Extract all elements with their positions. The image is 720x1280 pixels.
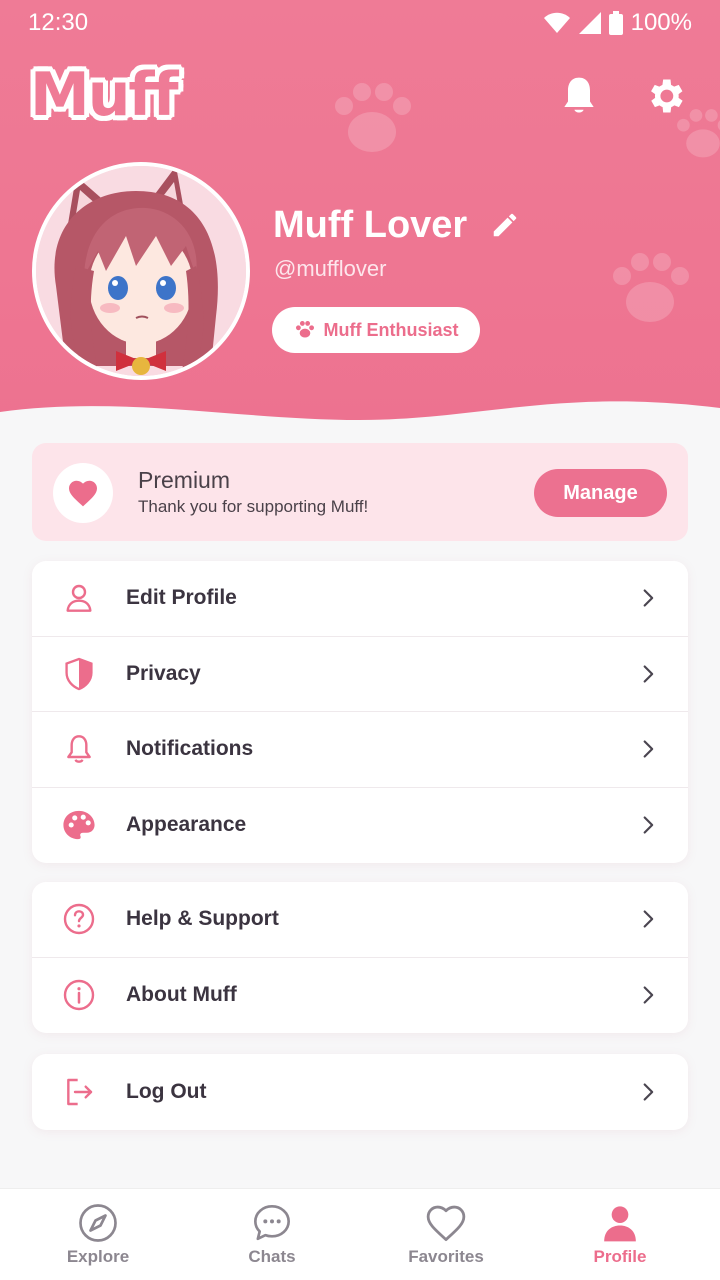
menu-item-label: Help & Support — [126, 907, 279, 931]
nav-label: Chats — [248, 1247, 296, 1266]
nav-tab-explore[interactable]: Explore — [28, 1189, 168, 1280]
premium-subtitle: Thank you for supporting Muff! — [138, 497, 369, 516]
paw-decoration-icon — [335, 83, 411, 152]
nav-tab-favorites[interactable]: Favorites — [376, 1189, 516, 1280]
bell-icon — [67, 735, 91, 764]
profile-badge: Muff Enthusiast — [272, 307, 480, 353]
menu-item-label: Privacy — [126, 661, 201, 685]
profile-icon — [604, 1206, 636, 1242]
chevron-right-icon — [643, 1083, 654, 1101]
chevron-right-icon — [643, 986, 654, 1004]
battery-icon — [608, 11, 623, 35]
palette-icon — [63, 811, 95, 840]
manage-button[interactable]: Manage — [534, 469, 667, 517]
menu-item-notifications[interactable]: Notifications — [32, 712, 688, 788]
profile-handle: @mufflover — [274, 256, 387, 281]
chevron-right-icon — [643, 665, 654, 683]
support-card: Help & Support About Muff — [32, 882, 688, 1033]
menu-item-help-support[interactable]: Help & Support — [32, 882, 688, 958]
menu-item-label: Notifications — [126, 737, 254, 761]
shield-icon — [65, 657, 93, 691]
status-time: 12:30 — [28, 9, 89, 36]
nav-label: Profile — [593, 1247, 647, 1266]
paw-icon — [295, 320, 314, 338]
menu-item-label: About Muff — [126, 983, 237, 1007]
chevron-right-icon — [643, 816, 654, 834]
wifi-icon — [543, 12, 570, 33]
heart-icon — [69, 480, 97, 507]
nav-tab-chats[interactable]: Chats — [202, 1189, 342, 1280]
bell-icon[interactable] — [557, 74, 601, 118]
badge-label: Muff Enthusiast — [323, 319, 459, 340]
paw-decoration-icon — [613, 253, 689, 322]
chevron-right-icon — [643, 740, 654, 758]
menu-item-privacy[interactable]: Privacy — [32, 637, 688, 712]
pencil-icon[interactable] — [490, 210, 520, 240]
heart-icon — [426, 1205, 466, 1242]
user-icon — [66, 585, 92, 613]
avatar-illustration — [36, 166, 246, 376]
profile-name: Muff Lover — [273, 204, 468, 246]
chevron-right-icon — [643, 589, 654, 607]
gear-icon[interactable] — [643, 74, 687, 118]
premium-card: Premium Thank you for supporting Muff! M… — [32, 443, 688, 541]
compass-icon — [79, 1204, 117, 1242]
menu-item-label: Log Out — [126, 1079, 207, 1103]
menu-item-about[interactable]: About Muff — [32, 958, 688, 1034]
app-logo: Muff — [30, 60, 179, 130]
info-icon — [63, 980, 95, 1011]
logout-card: Log Out — [32, 1054, 688, 1130]
logout-icon — [67, 1078, 93, 1105]
menu-item-edit-profile[interactable]: Edit Profile — [32, 561, 688, 637]
profile-header: 12:30 100% Muff Muff Lover @mufflover Mu… — [0, 0, 720, 430]
settings-card: Edit Profile Privacy Notifications Appea… — [32, 561, 688, 863]
menu-item-label: Edit Profile — [126, 586, 237, 610]
bottom-nav: Explore Chats Favorites Profile — [0, 1188, 720, 1280]
premium-title: Premium — [138, 467, 231, 493]
avatar[interactable] — [32, 162, 250, 380]
chat-icon — [254, 1205, 290, 1241]
battery-level: 100% — [630, 9, 692, 36]
chevron-right-icon — [643, 910, 654, 928]
nav-tab-profile[interactable]: Profile — [550, 1189, 690, 1280]
menu-item-appearance[interactable]: Appearance — [32, 788, 688, 864]
signal-icon — [578, 12, 601, 34]
nav-label: Explore — [66, 1247, 130, 1266]
help-icon — [63, 904, 95, 935]
status-bar: 12:30 100% — [0, 0, 720, 46]
menu-item-logout[interactable]: Log Out — [32, 1054, 688, 1130]
premium-heart-badge — [53, 463, 113, 523]
menu-item-label: Appearance — [126, 813, 247, 837]
nav-label: Favorites — [408, 1247, 484, 1266]
